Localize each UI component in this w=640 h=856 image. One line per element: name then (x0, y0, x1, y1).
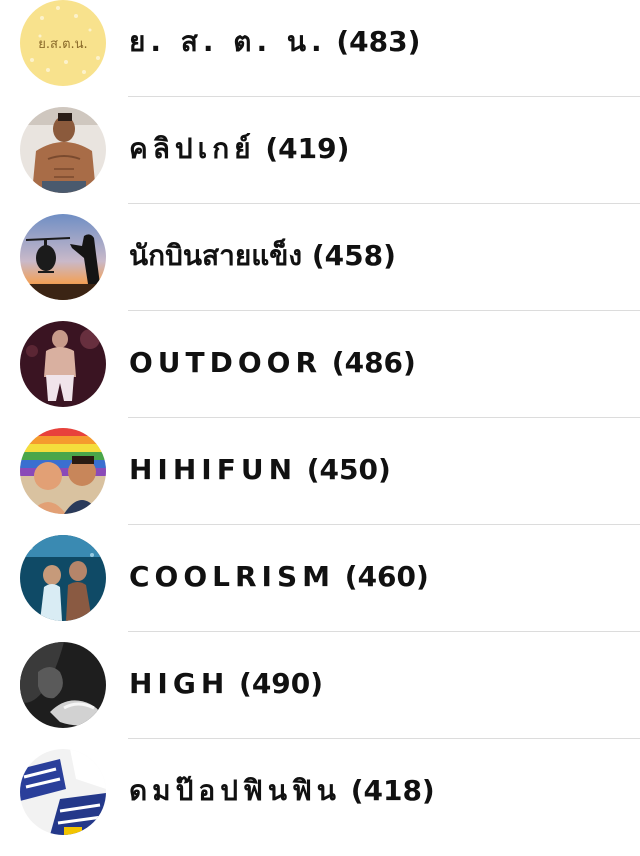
group-count: (458) (311, 239, 396, 272)
row-divider (128, 417, 640, 418)
group-count: (450) (306, 453, 391, 486)
group-label: นักบินสายแข็ง (458) (129, 239, 396, 273)
group-name: คลิปเกย์ (129, 132, 256, 165)
group-label: ย. ส. ต. น. (483) (129, 25, 420, 59)
group-count: (418) (350, 774, 435, 807)
group-row-outdoor[interactable]: OUTDOOR (486) (0, 321, 640, 428)
group-name: HIHIFUN (129, 453, 297, 486)
group-name: ย. ส. ต. น. (129, 25, 327, 58)
group-name: OUTDOOR (129, 346, 323, 379)
underwater-couple-avatar (20, 535, 106, 621)
group-count: (419) (265, 132, 350, 165)
group-name: HIGH (129, 667, 230, 700)
helicopter-pilot-avatar (20, 214, 106, 300)
group-row-yasatana[interactable]: ย.ส.ต.น. ย. ส. ต. น. (483) (0, 0, 640, 107)
underwear-avatar (20, 749, 106, 835)
yasatana-logo-avatar: ย.ส.ต.น. (20, 0, 106, 86)
row-divider (128, 631, 640, 632)
group-row-clip-gay[interactable]: คลิปเกย์ (419) (0, 107, 640, 214)
row-divider (128, 96, 640, 97)
row-divider (128, 203, 640, 204)
group-row-dompop[interactable]: ดมป๊อปฟินฟิน (418) (0, 749, 640, 856)
group-name: ดมป๊อปฟินฟิน (129, 774, 341, 807)
group-label: คลิปเกย์ (419) (129, 132, 349, 166)
row-divider (128, 310, 640, 311)
group-row-high[interactable]: HIGH (490) (0, 642, 640, 749)
group-list: ย.ส.ต.น. ย. ส. ต. น. (483) คลิปเกย์ (419 (0, 0, 640, 839)
smoke-bw-avatar (20, 642, 106, 728)
group-label: HIGH (490) (129, 667, 323, 701)
group-label: HIHIFUN (450) (129, 453, 391, 487)
group-count: (486) (331, 346, 416, 379)
row-divider (128, 524, 640, 525)
group-row-hihifun[interactable]: HIHIFUN (450) (0, 428, 640, 535)
group-count: (490) (239, 667, 324, 700)
logo-text: ย.ส.ต.น. (38, 37, 87, 52)
group-count: (483) (336, 25, 421, 58)
group-name: COOLRISM (129, 560, 336, 593)
cartoon-rainbow-avatar (20, 428, 106, 514)
group-name: นักบินสายแข็ง (129, 239, 303, 272)
outdoor-night-avatar (20, 321, 106, 407)
group-row-coolrism[interactable]: COOLRISM (460) (0, 535, 640, 642)
group-label: ดมป๊อปฟินฟิน (418) (129, 774, 435, 808)
muscle-man-avatar (20, 107, 106, 193)
group-count: (460) (344, 560, 429, 593)
row-divider (128, 738, 640, 739)
group-label: COOLRISM (460) (129, 560, 429, 594)
group-label: OUTDOOR (486) (129, 346, 416, 380)
group-row-pilot[interactable]: นักบินสายแข็ง (458) (0, 214, 640, 321)
